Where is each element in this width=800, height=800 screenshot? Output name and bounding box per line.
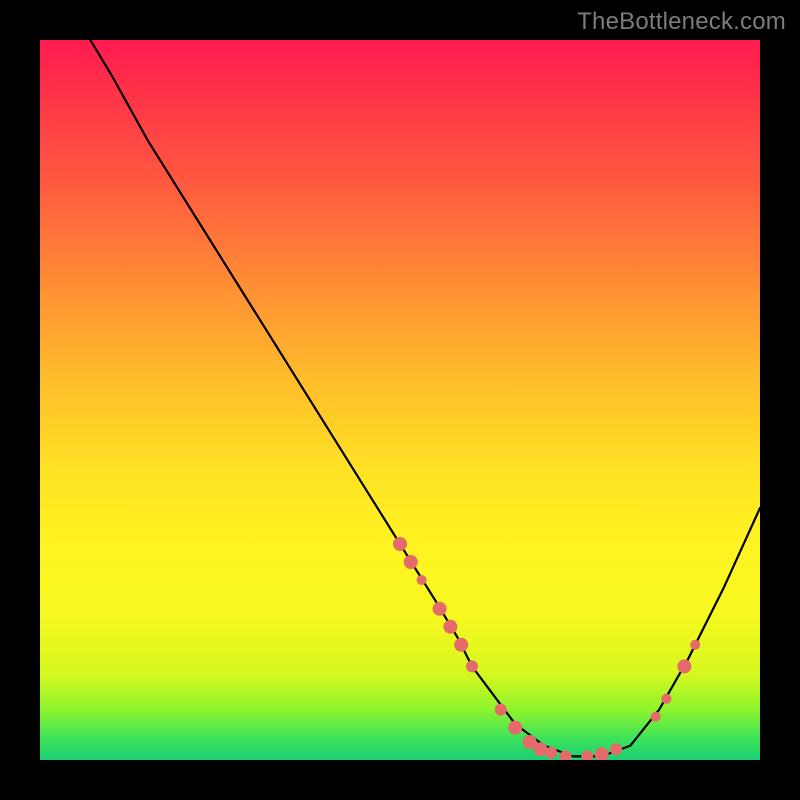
curve-marker bbox=[661, 694, 671, 704]
curve-marker bbox=[495, 704, 507, 716]
curve-marker bbox=[677, 659, 691, 673]
curve-marker bbox=[651, 712, 661, 722]
curve-marker bbox=[610, 743, 622, 755]
curve-marker bbox=[443, 620, 457, 634]
curve-marker bbox=[454, 638, 468, 652]
curve-layer bbox=[40, 40, 760, 760]
curve-marker bbox=[690, 640, 700, 650]
curve-marker bbox=[466, 660, 478, 672]
curve-marker bbox=[533, 742, 547, 756]
curve-marker bbox=[595, 747, 609, 760]
curve-marker bbox=[508, 721, 522, 735]
curve-markers bbox=[393, 537, 700, 760]
curve-marker bbox=[404, 555, 418, 569]
attribution-label: TheBottleneck.com bbox=[577, 8, 786, 36]
curve-marker bbox=[417, 575, 427, 585]
curve-marker bbox=[433, 602, 447, 616]
curve-marker bbox=[393, 537, 407, 551]
plot-area bbox=[40, 40, 760, 760]
curve-marker bbox=[545, 747, 557, 759]
curve-marker bbox=[581, 750, 593, 760]
chart-stage: TheBottleneck.com bbox=[0, 0, 800, 800]
bottleneck-curve bbox=[90, 40, 760, 756]
